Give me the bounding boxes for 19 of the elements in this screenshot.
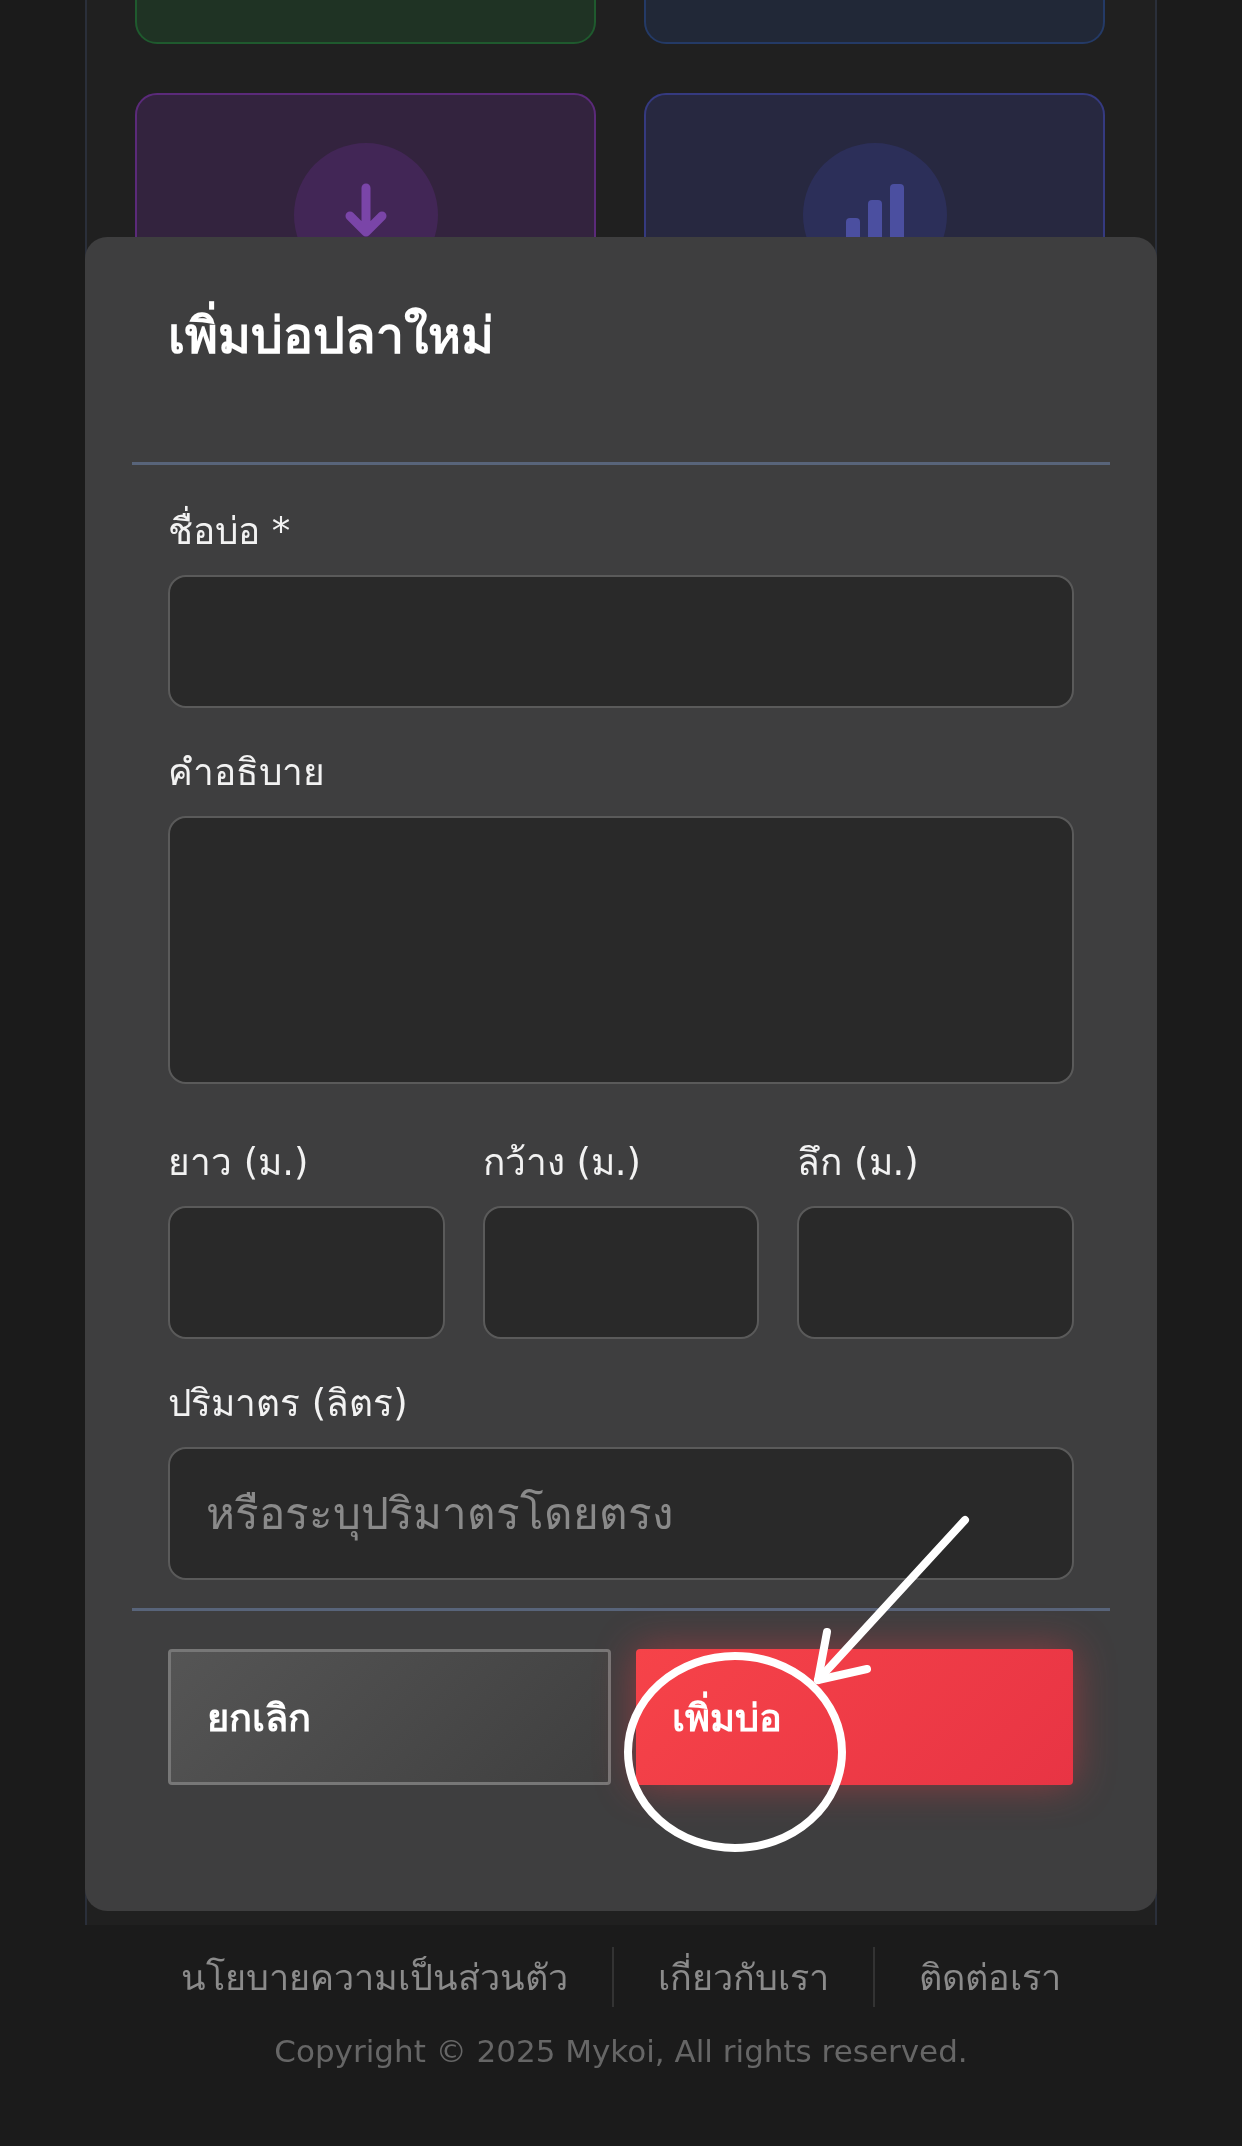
footer-link[interactable]: ติดต่อเรา [875, 1948, 1105, 2006]
input-field[interactable] [482, 1206, 760, 1339]
field-label: ลึก (ม.) [797, 1140, 920, 1186]
field-label: คำอธิบาย [168, 750, 326, 796]
input-field[interactable] [168, 1206, 445, 1339]
input-field[interactable]: หรือระบุปริมาตรโดยตรง [168, 1447, 1074, 1580]
modal-title: เพิ่มบ่อปลาใหม่ [168, 295, 494, 377]
input-field[interactable] [168, 575, 1074, 708]
field-label: ชื่อบ่อ * [168, 507, 1074, 557]
field-label: ยาว (ม.) [168, 1140, 310, 1186]
footer-link[interactable]: เกี่ยวกับเรา [614, 1948, 873, 2006]
add-pond-button[interactable]: เพิ่มบ่อ [636, 1649, 1073, 1785]
field-label: กว้าง (ม.) [482, 1140, 643, 1186]
footer-link[interactable]: นโยบายความเป็นส่วนตัว [137, 1948, 612, 2006]
input-field[interactable] [797, 1206, 1074, 1339]
copyright-text: Copyright © 2025 Mykoi, All rights reserved. [273, 2033, 969, 2069]
text-area[interactable] [168, 816, 1074, 1084]
field-label: ปริมาตร (ลิตร) [168, 1381, 409, 1427]
cancel-button[interactable]: ยกเลิก [168, 1649, 611, 1785]
